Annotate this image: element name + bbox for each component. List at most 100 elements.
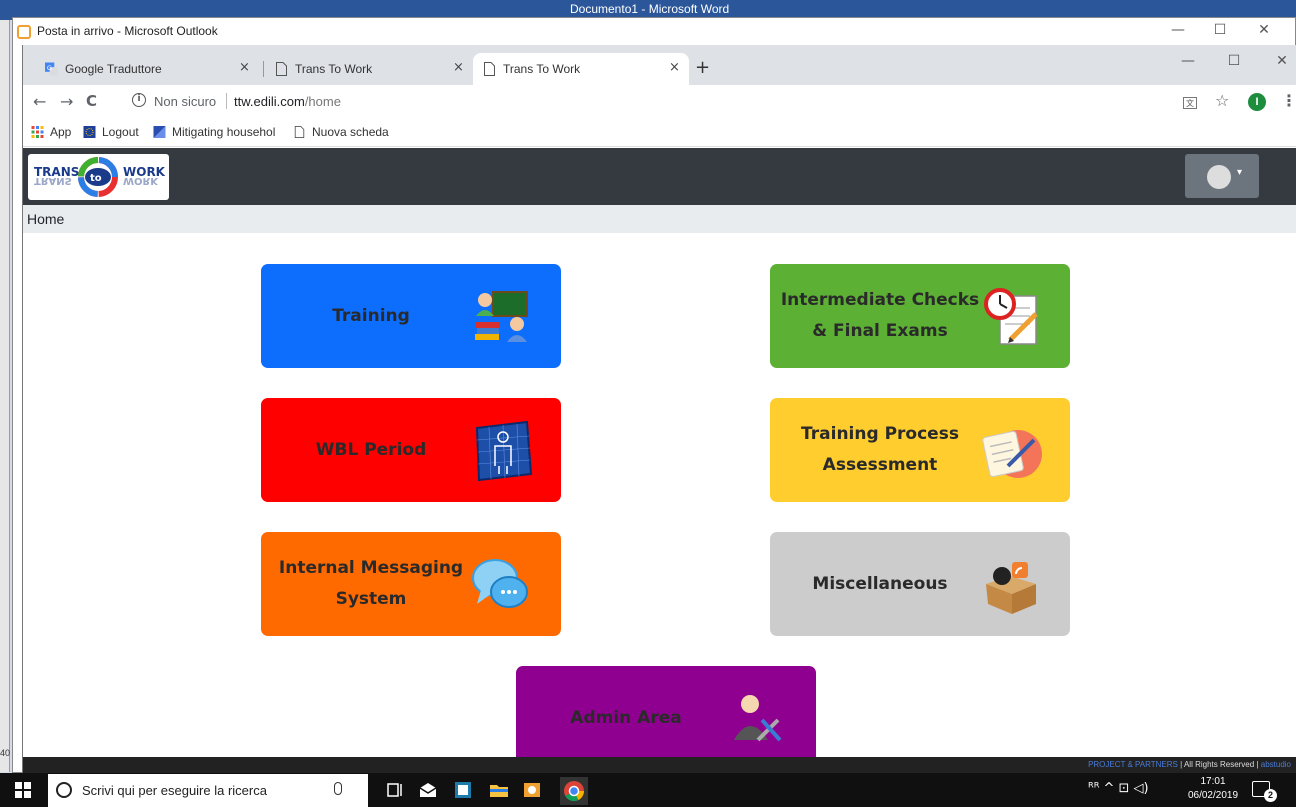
bookmark-star-icon[interactable]: ☆ <box>1215 91 1229 110</box>
bookmark-apps[interactable]: App <box>31 125 71 139</box>
tile-wbl-period[interactable]: WBL Period <box>261 398 561 502</box>
page-icon <box>294 126 305 138</box>
tile-label: Intermediate Checks & Final Exams <box>780 290 980 341</box>
url-separator <box>226 93 227 109</box>
new-tab-button[interactable]: + <box>695 57 710 78</box>
tab-trans-to-work-active[interactable]: Trans To Work × <box>473 53 689 85</box>
clock-time[interactable]: 17:01 <box>1186 776 1240 787</box>
tile-miscellaneous[interactable]: Miscellaneous <box>770 532 1070 636</box>
url-text[interactable]: ttw.edili.com/home <box>234 94 341 109</box>
chrome-menu-icon[interactable]: ⋮ <box>1281 91 1296 110</box>
reload-button[interactable]: C <box>86 92 97 110</box>
breadcrumb: Home <box>23 205 1296 233</box>
tile-admin-area[interactable]: Admin Area <box>516 666 816 770</box>
trans-to-work-page: TRANS TRANS to WORK WORK ▾ Home Training… <box>23 148 1296 773</box>
tile-label: Admin Area <box>570 708 682 728</box>
exam-clock-icon <box>984 288 1038 345</box>
mail-app-icon[interactable] <box>418 780 438 800</box>
back-button[interactable]: ← <box>33 92 46 111</box>
outlook-app-icon <box>17 25 31 39</box>
site-footer: PROJECT & PARTNERS | All Rights Reserved… <box>23 757 1296 773</box>
user-avatar-icon <box>1207 165 1231 189</box>
bookmark-new-tab[interactable]: Nuova scheda <box>293 125 389 139</box>
search-placeholder: Scrivi qui per eseguire la ricerca <box>82 783 267 798</box>
taskbar-search-box[interactable]: Scrivi qui per eseguire la ricerca <box>48 774 368 807</box>
outlook-maximize-button[interactable]: ☐ <box>1205 22 1235 42</box>
info-icon[interactable]: i <box>132 93 146 107</box>
chrome-maximize-button[interactable]: ☐ <box>1219 53 1249 73</box>
footer-rights: | All Rights Reserved | <box>1180 760 1259 769</box>
svg-text:TRANS: TRANS <box>34 175 72 186</box>
tab-close-icon[interactable]: × <box>453 60 464 75</box>
user-menu-button[interactable]: ▾ <box>1185 154 1259 198</box>
tab-separator <box>263 61 264 77</box>
tile-label: Training Process Assessment <box>801 424 959 475</box>
svg-text:G: G <box>47 64 52 72</box>
footer-partners-link[interactable]: PROJECT & PARTNERS <box>1088 760 1178 769</box>
page-icon <box>484 62 495 76</box>
admin-tools-icon <box>734 695 782 742</box>
eu-flag-icon <box>83 126 96 138</box>
tile-label: WBL Period <box>315 440 427 460</box>
assessment-notepad-icon <box>982 430 1042 478</box>
chrome-minimize-button[interactable]: — <box>1173 53 1203 73</box>
footer-credit-link[interactable]: abstudio <box>1261 760 1291 769</box>
outlook-titlebar: Posta in arrivo - Microsoft Outlook — ☐ … <box>13 18 1295 48</box>
microphone-icon[interactable] <box>334 782 342 795</box>
outlook-close-button[interactable]: ✕ <box>1249 22 1279 42</box>
forward-button[interactable]: → <box>60 92 73 111</box>
logo-graphic: TRANS TRANS to WORK WORK <box>34 157 166 197</box>
breadcrumb-home[interactable]: Home <box>27 211 64 227</box>
address-bar[interactable]: i Non sicuro ttw.edili.com/home <box>128 89 1158 115</box>
clock-date[interactable]: 06/02/2019 <box>1186 790 1240 801</box>
outlook-window-title: Posta in arrivo - Microsoft Outlook <box>37 24 218 38</box>
browser-toolbar: ← → C i Non sicuro ttw.edili.com/home 文 … <box>23 85 1296 119</box>
bookmark-logout[interactable]: Logout <box>83 125 139 139</box>
tab-close-icon[interactable]: × <box>669 60 680 75</box>
caret-down-icon: ▾ <box>1237 167 1243 178</box>
system-tray-icons[interactable]: ᴿᴿ ^ ⊡ ◁) <box>1088 781 1149 796</box>
apps-grid-icon <box>31 126 44 138</box>
tile-training[interactable]: Training <box>261 264 561 368</box>
bookmark-mitigating-household[interactable]: Mitigating househol <box>153 125 275 139</box>
cortana-icon <box>56 782 72 798</box>
outlook-minimize-button[interactable]: — <box>1163 22 1193 42</box>
chat-bubbles-icon <box>472 559 528 608</box>
task-view-icon[interactable] <box>386 780 406 800</box>
page-icon <box>276 62 287 76</box>
svg-text:WORK: WORK <box>123 175 159 186</box>
security-status: Non sicuro <box>154 94 217 109</box>
tile-training-process-assessment[interactable]: Training Process Assessment <box>770 398 1070 502</box>
windows-taskbar: Scrivi qui per eseguire la ricerca ᴿᴿ ^ … <box>0 773 1296 807</box>
publisher-app-icon[interactable] <box>453 780 473 800</box>
outlook-taskbar-icon[interactable] <box>522 780 542 800</box>
file-explorer-icon[interactable] <box>489 780 509 800</box>
tile-intermediate-checks-final-exams[interactable]: Intermediate Checks & Final Exams <box>770 264 1070 368</box>
tab-trans-to-work-1[interactable]: Trans To Work × <box>265 53 471 85</box>
notification-count-badge: 2 <box>1264 789 1277 802</box>
bookmark-label: Nuova scheda <box>312 125 389 139</box>
bookmark-label: Mitigating househol <box>172 125 276 139</box>
url-path: /home <box>304 94 341 109</box>
bookmarks-bar: App Logout Mitigating househol Nuova sch… <box>23 119 1296 147</box>
chrome-taskbar-icon[interactable] <box>560 777 588 805</box>
url-host: ttw.edili.com <box>234 94 305 109</box>
tile-internal-messaging-system[interactable]: Internal Messaging System <box>261 532 561 636</box>
bookmark-label: App <box>50 125 72 139</box>
site-navbar: TRANS TRANS to WORK WORK ▾ <box>23 148 1296 205</box>
tab-close-icon[interactable]: × <box>239 60 250 75</box>
footer-text: PROJECT & PARTNERS | All Rights Reserved… <box>1088 760 1291 769</box>
tab-google-translate[interactable]: G Google Traduttore × <box>35 53 261 85</box>
profile-avatar[interactable]: I <box>1248 93 1266 111</box>
chrome-window: G Google Traduttore × Trans To Work × Tr… <box>22 45 1296 773</box>
tab-label: Trans To Work <box>503 62 581 76</box>
translate-icon[interactable]: 文 <box>1183 97 1197 109</box>
chrome-close-button[interactable]: ✕ <box>1267 53 1296 73</box>
site-favicon-icon <box>153 126 166 138</box>
trans-to-work-logo[interactable]: TRANS TRANS to WORK WORK <box>28 154 169 200</box>
windows-start-icon[interactable] <box>15 782 31 798</box>
bookmark-label: Logout <box>102 125 139 139</box>
tab-label: Google Traduttore <box>65 62 162 76</box>
tile-label: Training <box>332 306 410 326</box>
tile-label: Internal Messaging System <box>278 558 464 609</box>
